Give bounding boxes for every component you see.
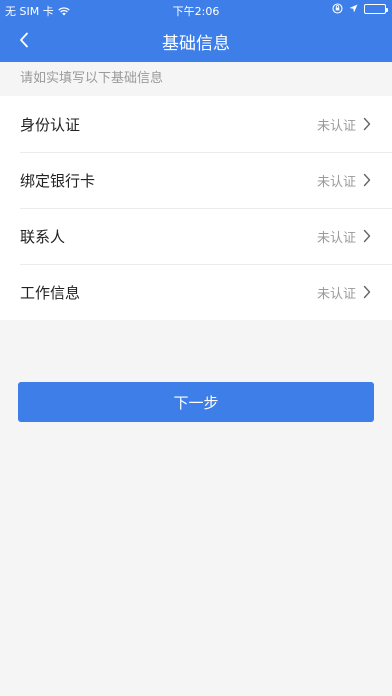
item-label: 工作信息 (20, 283, 81, 302)
chevron-right-icon (363, 229, 371, 243)
status-bar: 无 SIM 卡 下午2:06 (0, 0, 392, 20)
item-status: 未认证 (316, 174, 356, 190)
item-status: 未认证 (316, 118, 356, 134)
next-button-wrap: 下一步 (0, 320, 392, 422)
location-arrow-icon (349, 4, 358, 13)
rotation-lock-icon (332, 3, 343, 14)
list-item-contacts[interactable]: 联系人 未认证 (0, 208, 392, 264)
list-item-work-info[interactable]: 工作信息 未认证 (0, 264, 392, 320)
battery-icon (364, 3, 388, 14)
page-title: 基础信息 (162, 34, 230, 54)
nav-bar: 基础信息 (0, 20, 392, 62)
chevron-right-icon (363, 285, 371, 299)
info-list: 身份认证 未认证 绑定银行卡 未认证 联系人 未认证 工作信息 未认证 (0, 96, 392, 320)
item-label: 联系人 (20, 227, 66, 246)
header: 无 SIM 卡 下午2:06 基础信息 (0, 0, 392, 62)
item-status: 未认证 (316, 286, 356, 302)
item-label: 绑定银行卡 (20, 171, 96, 190)
section-hint: 请如实填写以下基础信息 (0, 62, 392, 96)
list-item-bank-card[interactable]: 绑定银行卡 未认证 (0, 152, 392, 208)
chevron-right-icon (363, 117, 371, 131)
item-label: 身份认证 (20, 115, 81, 134)
status-right (332, 3, 388, 14)
chevron-right-icon (363, 173, 371, 187)
list-item-identity[interactable]: 身份认证 未认证 (0, 96, 392, 152)
next-button[interactable]: 下一步 (18, 382, 374, 422)
item-status: 未认证 (316, 230, 356, 246)
